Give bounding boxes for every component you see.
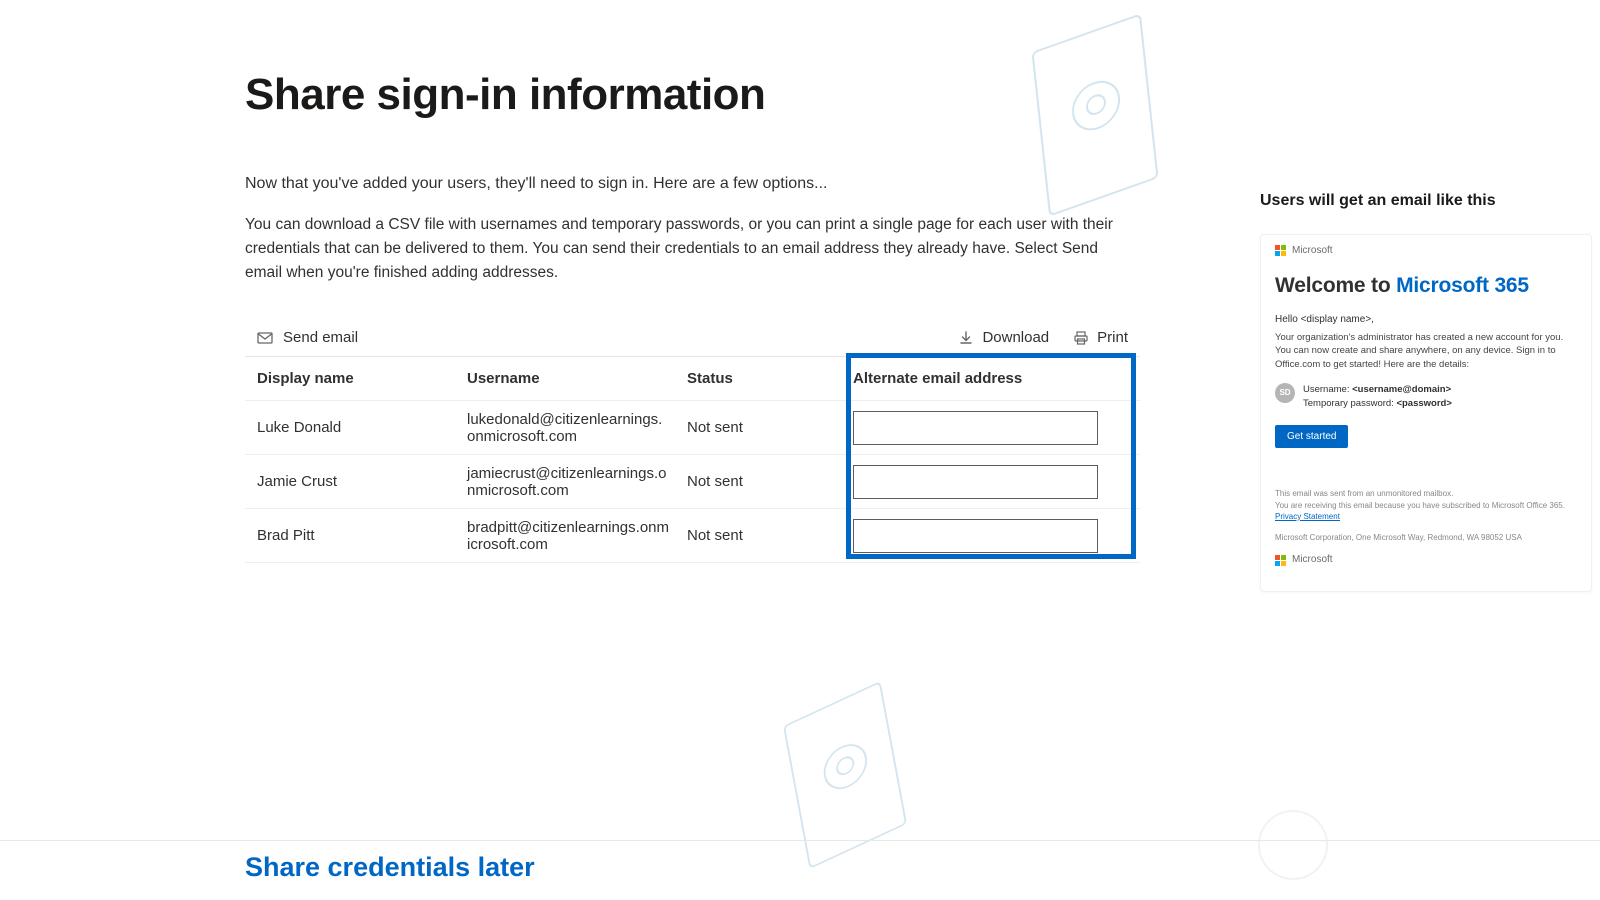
credentials-block: SD Username: <username@domain> Temporary… (1275, 383, 1577, 412)
col-header-username: Username (467, 370, 687, 387)
send-email-button[interactable]: Send email (257, 329, 958, 346)
download-icon (958, 330, 974, 346)
cell-status: Not sent (687, 473, 847, 490)
avatar-icon: SD (1275, 383, 1295, 403)
cell-display-name: Luke Donald (257, 419, 467, 436)
email-preview-card: Microsoft Welcome to Microsoft 365 Hello… (1260, 234, 1592, 592)
table-row: Brad Pitt bradpitt@citizenlearnings.onmi… (245, 509, 1140, 563)
preview-footer: This email was sent from an unmonitored … (1275, 488, 1577, 567)
brand-label: Microsoft (1292, 245, 1333, 256)
intro-text-1: Now that you've added your users, they'l… (245, 175, 1115, 193)
microsoft-logo-icon (1275, 245, 1286, 256)
cell-display-name: Jamie Crust (257, 473, 467, 490)
download-label: Download (982, 329, 1049, 346)
preview-body: Your organization's administrator has cr… (1275, 331, 1577, 371)
cell-username: bradpitt@citizenlearnings.onmicrosoft.co… (467, 519, 687, 553)
get-started-button: Get started (1275, 425, 1348, 448)
page-title: Share sign-in information (245, 70, 1115, 120)
mail-icon (257, 330, 273, 346)
alt-email-input[interactable] (853, 519, 1098, 553)
cell-status: Not sent (687, 419, 847, 436)
cell-display-name: Brad Pitt (257, 527, 467, 544)
col-header-alt-email: Alternate email address (847, 370, 1127, 387)
welcome-heading: Welcome to Microsoft 365 (1275, 274, 1577, 298)
col-header-display-name: Display name (257, 370, 467, 387)
decorative-gear-icon (1258, 810, 1328, 880)
print-label: Print (1097, 329, 1128, 346)
cell-username: jamiecrust@citizenlearnings.onmicrosoft.… (467, 465, 687, 499)
email-preview-panel: Users will get an email like this Micros… (1260, 192, 1592, 592)
table-row: Luke Donald lukedonald@citizenlearnings.… (245, 401, 1140, 455)
intro-text-2: You can download a CSV file with usernam… (245, 213, 1115, 285)
print-icon (1073, 330, 1089, 346)
send-email-label: Send email (283, 329, 358, 346)
col-header-status: Status (687, 370, 847, 387)
hello-line: Hello <display name>, (1275, 314, 1577, 325)
download-button[interactable]: Download (958, 329, 1049, 346)
footer-divider (0, 840, 1600, 841)
cell-status: Not sent (687, 527, 847, 544)
share-credentials-later-link[interactable]: Share credentials later (245, 852, 535, 883)
alt-email-input[interactable] (853, 411, 1098, 445)
table-row: Jamie Crust jamiecrust@citizenlearnings.… (245, 455, 1140, 509)
action-bar: Send email Download Print (245, 325, 1140, 357)
print-button[interactable]: Print (1073, 329, 1128, 346)
microsoft-logo-icon (1275, 555, 1286, 566)
privacy-link: Privacy Statement (1275, 512, 1340, 521)
cell-username: lukedonald@citizenlearnings.onmicrosoft.… (467, 411, 687, 445)
alt-email-input[interactable] (853, 465, 1098, 499)
preview-heading: Users will get an email like this (1260, 192, 1592, 210)
users-table: Display name Username Status Alternate e… (245, 357, 1140, 563)
table-header-row: Display name Username Status Alternate e… (245, 357, 1140, 401)
